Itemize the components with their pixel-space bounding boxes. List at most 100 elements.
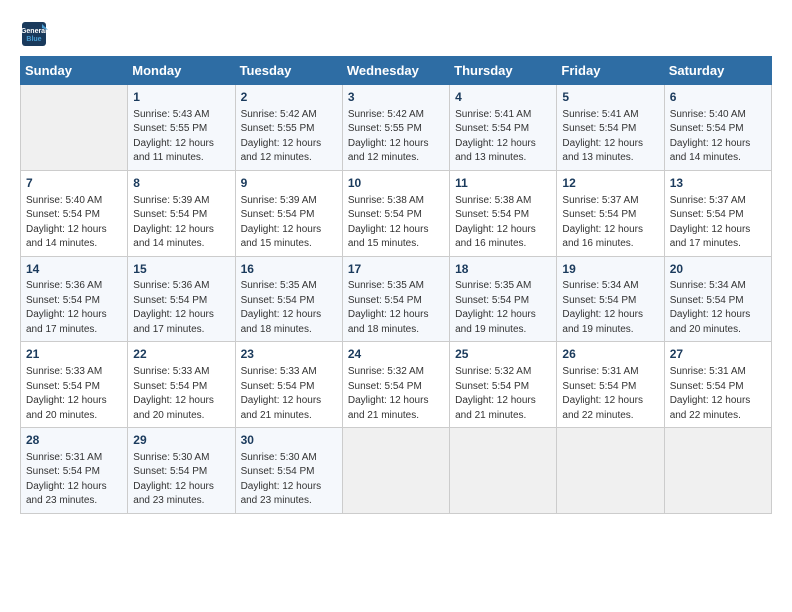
day-number: 2 [241, 89, 337, 106]
calendar-table: SundayMondayTuesdayWednesdayThursdayFrid… [20, 56, 772, 514]
calendar-cell: 24 Sunrise: 5:32 AMSunset: 5:54 PMDayligh… [342, 342, 449, 428]
calendar-cell: 26 Sunrise: 5:31 AMSunset: 5:54 PMDayligh… [557, 342, 664, 428]
calendar-cell: 22 Sunrise: 5:33 AMSunset: 5:54 PMDayligh… [128, 342, 235, 428]
day-number: 8 [133, 175, 229, 192]
calendar-cell: 1 Sunrise: 5:43 AMSunset: 5:55 PMDaylight… [128, 85, 235, 171]
calendar-cell: 14Sunrise: 5:36 AMSunset: 5:54 PMDayligh… [21, 256, 128, 342]
calendar-cell: 8Sunrise: 5:39 AMSunset: 5:54 PMDaylight… [128, 170, 235, 256]
day-number: 21 [26, 346, 122, 363]
day-number: 5 [562, 89, 658, 106]
calendar-cell: 10 Sunrise: 5:38 AMSunset: 5:54 PMDayligh… [342, 170, 449, 256]
day-number: 20 [670, 261, 766, 278]
calendar-cell: 27 Sunrise: 5:31 AMSunset: 5:54 PMDayligh… [664, 342, 771, 428]
header: General Blue [20, 20, 772, 48]
svg-text:General: General [21, 28, 47, 35]
day-number: 9 [241, 175, 337, 192]
week-row-1: 1 Sunrise: 5:43 AMSunset: 5:55 PMDaylight… [21, 85, 772, 171]
weekday-header-thursday: Thursday [450, 57, 557, 85]
day-info: Sunrise: 5:42 AMSunset: 5:55 PMDaylight:… [348, 108, 444, 166]
week-row-3: 14Sunrise: 5:36 AMSunset: 5:54 PMDayligh… [21, 256, 772, 342]
calendar-cell: 21 Sunrise: 5:33 AMSunset: 5:54 PMDayligh… [21, 342, 128, 428]
day-number: 1 [133, 89, 229, 106]
calendar-cell: 3 Sunrise: 5:42 AMSunset: 5:55 PMDaylight… [342, 85, 449, 171]
calendar-cell: 25Sunrise: 5:32 AMSunset: 5:54 PMDayligh… [450, 342, 557, 428]
calendar-cell [557, 428, 664, 514]
day-info: Sunrise: 5:40 AMSunset: 5:54 PMDaylight:… [26, 194, 122, 252]
weekday-header-sunday: Sunday [21, 57, 128, 85]
calendar-cell: 5 Sunrise: 5:41 AMSunset: 5:54 PMDaylight… [557, 85, 664, 171]
calendar-cell [21, 85, 128, 171]
weekday-header-friday: Friday [557, 57, 664, 85]
day-info: Sunrise: 5:43 AMSunset: 5:55 PMDaylight:… [133, 108, 229, 166]
week-row-4: 21 Sunrise: 5:33 AMSunset: 5:54 PMDayligh… [21, 342, 772, 428]
day-info: Sunrise: 5:33 AMSunset: 5:54 PMDaylight:… [26, 365, 122, 423]
calendar-cell: 2 Sunrise: 5:42 AMSunset: 5:55 PMDaylight… [235, 85, 342, 171]
calendar-cell: 7 Sunrise: 5:40 AMSunset: 5:54 PMDaylight… [21, 170, 128, 256]
calendar-cell: 28 Sunrise: 5:31 AMSunset: 5:54 PMDayligh… [21, 428, 128, 514]
day-number: 12 [562, 175, 658, 192]
day-number: 29 [133, 432, 229, 449]
week-row-5: 28 Sunrise: 5:31 AMSunset: 5:54 PMDayligh… [21, 428, 772, 514]
calendar-cell: 12 Sunrise: 5:37 AMSunset: 5:54 PMDayligh… [557, 170, 664, 256]
day-number: 15 [133, 261, 229, 278]
day-number: 6 [670, 89, 766, 106]
day-number: 27 [670, 346, 766, 363]
day-info: Sunrise: 5:40 AMSunset: 5:54 PMDaylight:… [670, 108, 766, 166]
calendar-cell: 6 Sunrise: 5:40 AMSunset: 5:54 PMDaylight… [664, 85, 771, 171]
calendar-cell: 30 Sunrise: 5:30 AMSunset: 5:54 PMDayligh… [235, 428, 342, 514]
calendar-cell [450, 428, 557, 514]
day-info: Sunrise: 5:38 AMSunset: 5:54 PMDaylight:… [348, 194, 444, 252]
calendar-cell: 15Sunrise: 5:36 AMSunset: 5:54 PMDayligh… [128, 256, 235, 342]
day-info: Sunrise: 5:36 AMSunset: 5:54 PMDaylight:… [133, 279, 229, 337]
day-info: Sunrise: 5:34 AMSunset: 5:54 PMDaylight:… [562, 279, 658, 337]
day-number: 30 [241, 432, 337, 449]
calendar-cell: 17Sunrise: 5:35 AMSunset: 5:54 PMDayligh… [342, 256, 449, 342]
calendar-cell: 4 Sunrise: 5:41 AMSunset: 5:54 PMDaylight… [450, 85, 557, 171]
day-number: 17 [348, 261, 444, 278]
day-info: Sunrise: 5:41 AMSunset: 5:54 PMDaylight:… [562, 108, 658, 166]
calendar-cell: 29 Sunrise: 5:30 AMSunset: 5:54 PMDayligh… [128, 428, 235, 514]
weekday-header-tuesday: Tuesday [235, 57, 342, 85]
calendar-cell: 23Sunrise: 5:33 AMSunset: 5:54 PMDayligh… [235, 342, 342, 428]
day-number: 22 [133, 346, 229, 363]
day-info: Sunrise: 5:34 AMSunset: 5:54 PMDaylight:… [670, 279, 766, 337]
day-info: Sunrise: 5:32 AMSunset: 5:54 PMDaylight:… [348, 365, 444, 423]
day-number: 3 [348, 89, 444, 106]
logo-icon: General Blue [20, 20, 48, 48]
calendar-cell: 20Sunrise: 5:34 AMSunset: 5:54 PMDayligh… [664, 256, 771, 342]
day-number: 7 [26, 175, 122, 192]
day-info: Sunrise: 5:35 AMSunset: 5:54 PMDaylight:… [348, 279, 444, 337]
calendar-cell: 13Sunrise: 5:37 AMSunset: 5:54 PMDayligh… [664, 170, 771, 256]
day-info: Sunrise: 5:37 AMSunset: 5:54 PMDaylight:… [562, 194, 658, 252]
weekday-header-row: SundayMondayTuesdayWednesdayThursdayFrid… [21, 57, 772, 85]
weekday-header-monday: Monday [128, 57, 235, 85]
day-number: 4 [455, 89, 551, 106]
day-info: Sunrise: 5:36 AMSunset: 5:54 PMDaylight:… [26, 279, 122, 337]
day-info: Sunrise: 5:30 AMSunset: 5:54 PMDaylight:… [241, 451, 337, 509]
week-row-2: 7 Sunrise: 5:40 AMSunset: 5:54 PMDaylight… [21, 170, 772, 256]
calendar-cell: 18Sunrise: 5:35 AMSunset: 5:54 PMDayligh… [450, 256, 557, 342]
day-info: Sunrise: 5:31 AMSunset: 5:54 PMDaylight:… [670, 365, 766, 423]
calendar-cell: 9Sunrise: 5:39 AMSunset: 5:54 PMDaylight… [235, 170, 342, 256]
day-info: Sunrise: 5:30 AMSunset: 5:54 PMDaylight:… [133, 451, 229, 509]
day-number: 10 [348, 175, 444, 192]
logo: General Blue [20, 20, 52, 48]
day-info: Sunrise: 5:37 AMSunset: 5:54 PMDaylight:… [670, 194, 766, 252]
day-info: Sunrise: 5:31 AMSunset: 5:54 PMDaylight:… [562, 365, 658, 423]
calendar-cell: 16Sunrise: 5:35 AMSunset: 5:54 PMDayligh… [235, 256, 342, 342]
weekday-header-wednesday: Wednesday [342, 57, 449, 85]
calendar-cell [664, 428, 771, 514]
day-number: 18 [455, 261, 551, 278]
day-number: 28 [26, 432, 122, 449]
day-number: 11 [455, 175, 551, 192]
day-info: Sunrise: 5:38 AMSunset: 5:54 PMDaylight:… [455, 194, 551, 252]
day-info: Sunrise: 5:31 AMSunset: 5:54 PMDaylight:… [26, 451, 122, 509]
day-info: Sunrise: 5:33 AMSunset: 5:54 PMDaylight:… [133, 365, 229, 423]
day-info: Sunrise: 5:41 AMSunset: 5:54 PMDaylight:… [455, 108, 551, 166]
calendar-cell: 19Sunrise: 5:34 AMSunset: 5:54 PMDayligh… [557, 256, 664, 342]
day-number: 14 [26, 261, 122, 278]
day-number: 23 [241, 346, 337, 363]
day-number: 26 [562, 346, 658, 363]
day-info: Sunrise: 5:42 AMSunset: 5:55 PMDaylight:… [241, 108, 337, 166]
day-number: 24 [348, 346, 444, 363]
